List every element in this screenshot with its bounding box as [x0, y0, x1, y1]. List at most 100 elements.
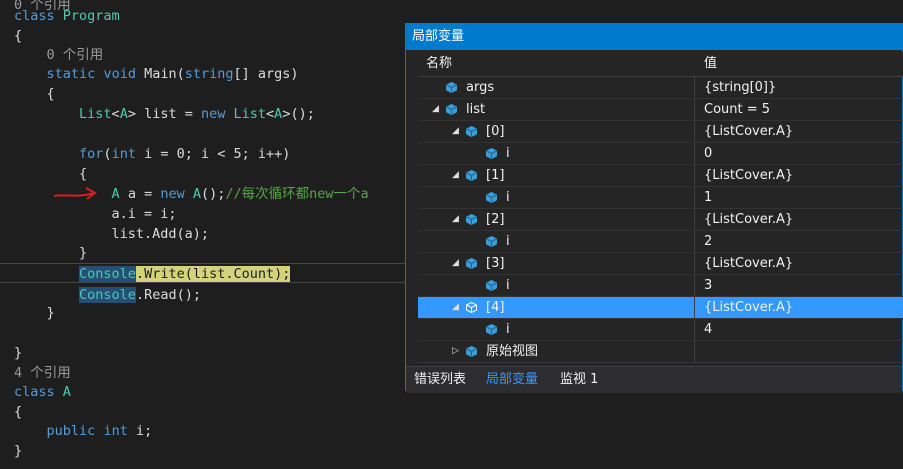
- code-token: list.Add(a);: [14, 226, 210, 242]
- field-cube-icon: [466, 170, 477, 181]
- code-token: class: [14, 384, 63, 400]
- column-separator: [694, 253, 695, 274]
- code-line: public int i;: [14, 421, 153, 441]
- column-separator: [694, 187, 695, 208]
- locals-row[interactable]: i4: [418, 319, 903, 341]
- code-token: Console: [79, 287, 136, 303]
- column-separator: [694, 165, 695, 186]
- field-cube-icon: [466, 346, 477, 357]
- field-cube-icon: [486, 324, 497, 335]
- field-cube-icon: [466, 302, 477, 313]
- locals-row[interactable]: i3: [418, 275, 903, 297]
- locals-row[interactable]: ▷ 原始视图: [418, 341, 903, 363]
- locals-row[interactable]: ◢ [2] {ListCover.A}: [418, 209, 903, 231]
- locals-row[interactable]: i2: [418, 231, 903, 253]
- collapse-arrow-icon[interactable]: ◢: [452, 297, 459, 318]
- code-line: }: [14, 343, 22, 363]
- field-cube-icon: [446, 82, 457, 93]
- code-line: }: [14, 441, 22, 461]
- locals-row[interactable]: ◢ [0] {ListCover.A}: [418, 121, 903, 143]
- code-token: a =: [119, 186, 161, 202]
- field-cube-icon: [466, 214, 477, 225]
- code-token: {: [14, 404, 23, 420]
- locals-name-cell: ◢ list: [418, 99, 694, 120]
- locals-row[interactable]: ◢ [3] {ListCover.A}: [418, 253, 903, 275]
- code-line: class A: [14, 382, 71, 402]
- code-line: 0 个引用: [14, 45, 104, 65]
- code-token: A: [119, 106, 128, 122]
- locals-row[interactable]: i1: [418, 187, 903, 209]
- code-token: int: [103, 423, 128, 439]
- locals-row[interactable]: args {string[0]}: [418, 77, 903, 99]
- locals-name-cell: i: [418, 231, 694, 252]
- locals-value: Count = 5: [704, 102, 771, 117]
- locals-name: [4]: [486, 300, 505, 315]
- code-token: string: [184, 66, 234, 82]
- column-header-name[interactable]: 名称: [426, 52, 452, 76]
- field-cube-icon: [466, 126, 477, 137]
- locals-row[interactable]: i0: [418, 143, 903, 165]
- collapse-arrow-icon[interactable]: ◢: [452, 165, 459, 186]
- collapse-arrow-icon[interactable]: ◢: [452, 209, 459, 230]
- field-cube-icon: [486, 192, 497, 203]
- column-separator: [694, 99, 695, 120]
- locals-name-cell: i: [418, 275, 694, 296]
- code-line: }: [14, 243, 87, 263]
- code-token: > list =: [127, 106, 201, 122]
- tab-locals[interactable]: 局部变量: [482, 367, 542, 392]
- locals-row[interactable]: ◢ [1] {ListCover.A}: [418, 165, 903, 187]
- locals-name-cell: ◢ [0]: [418, 121, 694, 142]
- code-line: }: [14, 303, 55, 323]
- field-cube-icon: [446, 104, 457, 115]
- code-token: A: [62, 384, 71, 400]
- code-token: i = 0; i < 5; i++): [135, 146, 291, 162]
- locals-name: i: [506, 146, 510, 161]
- column-header-value[interactable]: 值: [704, 52, 717, 76]
- code-token: ();: [201, 186, 226, 202]
- locals-name: [0]: [486, 124, 505, 139]
- locals-name-cell: ◢ [3]: [418, 253, 694, 274]
- code-line: list.Add(a);: [14, 224, 210, 244]
- code-token: Console: [79, 266, 136, 282]
- locals-value: {ListCover.A}: [704, 124, 794, 139]
- locals-value: {ListCover.A}: [704, 256, 794, 271]
- collapse-arrow-icon[interactable]: ◢: [452, 253, 459, 274]
- code-token: class: [14, 8, 63, 24]
- code-token: static: [46, 66, 96, 82]
- column-separator: [694, 143, 695, 164]
- locals-name: [1]: [486, 168, 505, 183]
- column-separator: [694, 319, 695, 340]
- locals-name-cell: args: [418, 77, 694, 98]
- code-token: }: [14, 345, 23, 361]
- locals-name: i: [506, 190, 510, 205]
- locals-title-bar[interactable]: 局部变量: [406, 24, 902, 50]
- code-token: for: [79, 146, 104, 162]
- locals-value: 4: [704, 322, 713, 337]
- code-token: int: [111, 146, 136, 162]
- locals-row[interactable]: ◢ [4] {ListCover.A}: [418, 297, 903, 319]
- code-token: .Write(list.Count);: [135, 266, 291, 282]
- locals-name: i: [506, 322, 510, 337]
- code-token: public: [46, 423, 96, 439]
- tab-watch-1[interactable]: 监视 1: [556, 367, 602, 392]
- code-line: for(int i = 0; i < 5; i++): [14, 144, 290, 164]
- code-token: .Read();: [135, 287, 201, 303]
- locals-grid[interactable]: 名称 值 args {string[0]} ◢ list Count = 5 ◢ [0] {L…: [418, 52, 903, 363]
- code-token: 4 个引用: [14, 365, 71, 381]
- tab-error-list[interactable]: 错误列表: [410, 367, 470, 392]
- locals-name: i: [506, 278, 510, 293]
- locals-row[interactable]: ◢ list Count = 5: [418, 99, 903, 121]
- expand-arrow-icon[interactable]: ▷: [452, 341, 459, 362]
- locals-window[interactable]: 局部变量 名称 值 args {string[0]} ◢ list Count = 5 ◢…: [405, 23, 903, 393]
- grid-header: 名称 值: [418, 52, 903, 77]
- locals-value: {ListCover.A}: [704, 300, 794, 315]
- locals-value: 1: [704, 190, 713, 205]
- collapse-arrow-icon[interactable]: ◢: [432, 99, 439, 120]
- collapse-arrow-icon[interactable]: ◢: [452, 121, 459, 142]
- locals-value: 0: [704, 146, 713, 161]
- column-separator: [694, 231, 695, 252]
